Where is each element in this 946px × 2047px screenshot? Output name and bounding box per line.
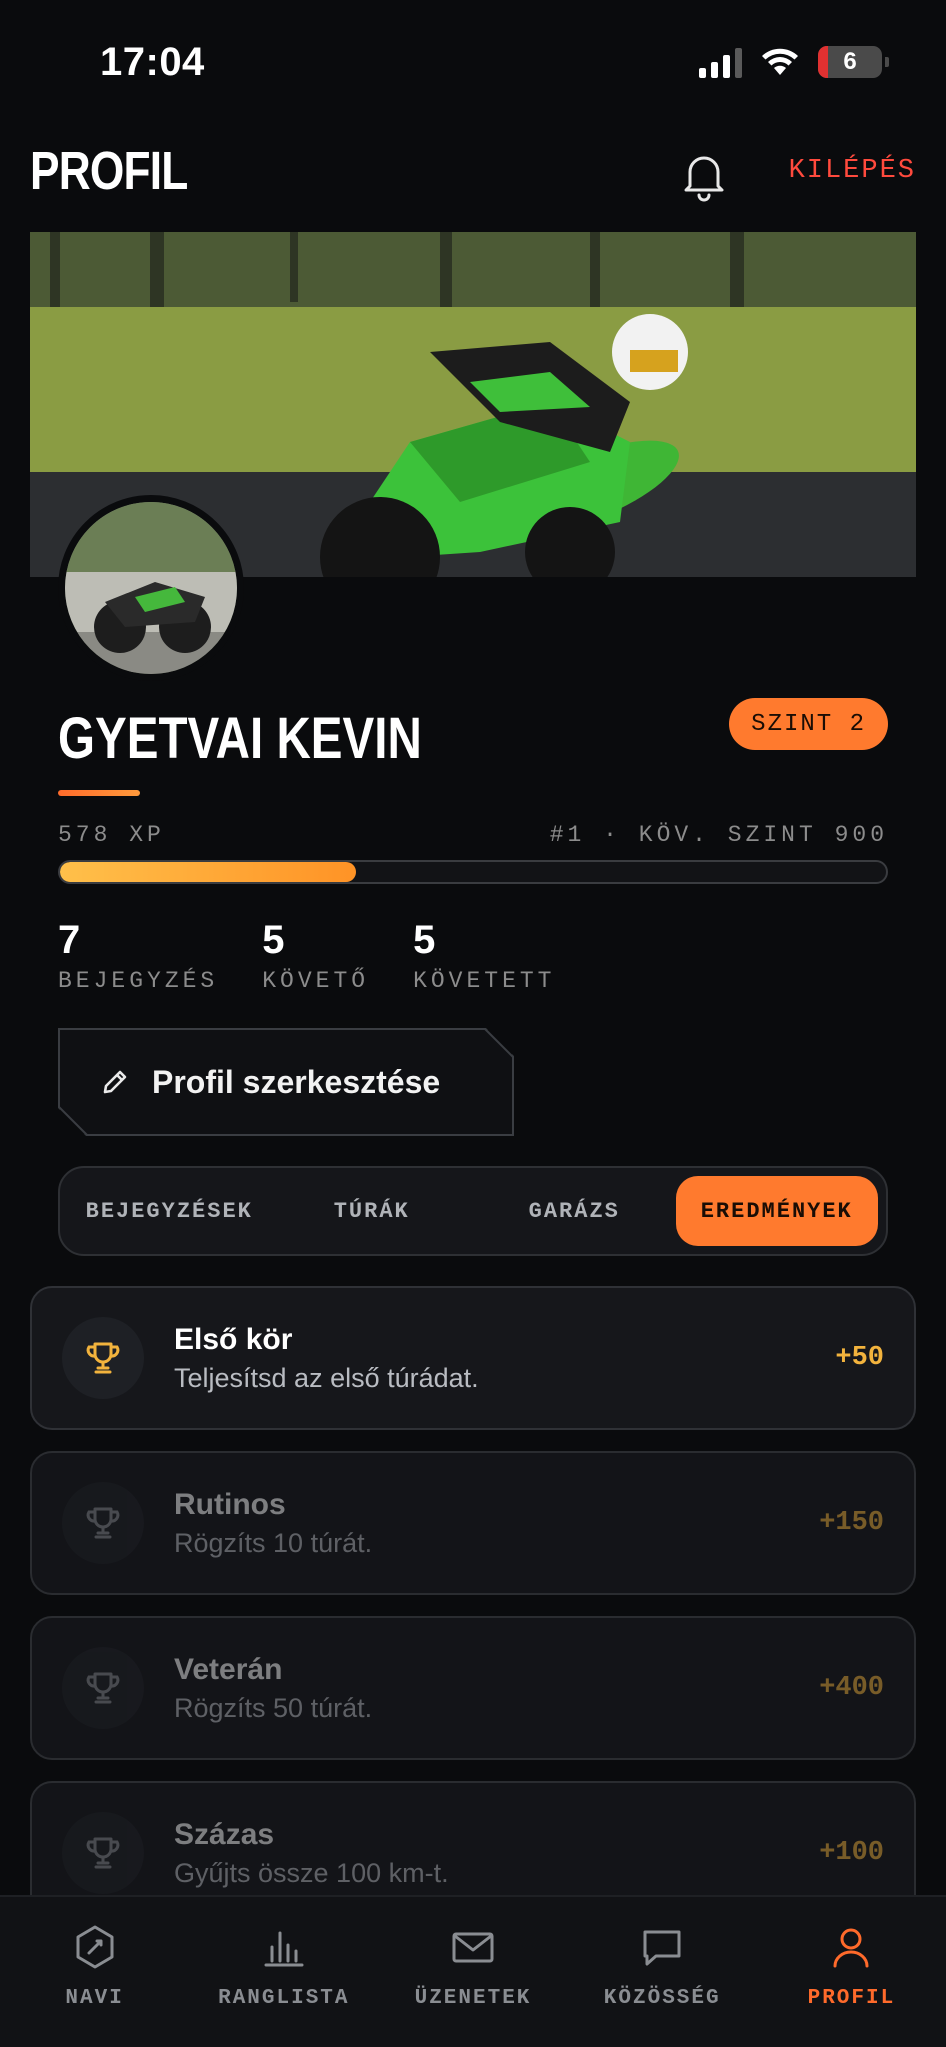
wifi-icon [762, 48, 798, 75]
chat-bubble-icon [643, 1930, 681, 1966]
level-badge: SZINT 2 [729, 698, 888, 750]
stat-value: 5 [413, 918, 436, 962]
achievement-points: +400 [819, 1673, 884, 1703]
nav-item-messages[interactable]: ÜZENETEK [378, 1897, 567, 2047]
rank-next-level: #1 · KÖV. SZINT 900 [549, 822, 888, 848]
page-title: PROFIL [30, 141, 188, 201]
nav-label: PROFIL [807, 1987, 896, 2010]
xp-progress-bar [58, 860, 888, 884]
achievement-icon-wrap [62, 1482, 144, 1564]
trophy-icon [86, 1342, 120, 1374]
nav-label: RANGLISTA [218, 1987, 350, 2010]
avatar-image [65, 502, 237, 674]
profile-stats: 7 BEJEGYZÉS 5 KÖVETŐ 5 KÖVETETT [58, 918, 599, 994]
nav-item-navi[interactable]: NAVI [0, 1897, 189, 2047]
xp-row: 578 XP #1 · KÖV. SZINT 900 [58, 822, 888, 848]
achievements-list: Első kör Teljesítsd az első túrádat. +50… [30, 1286, 916, 1946]
stat-label: KÖVETETT [413, 968, 556, 994]
achievement-icon-wrap [62, 1812, 144, 1894]
nav-label: KÖZÖSSÉG [603, 1987, 721, 2010]
nav-item-leaderboard[interactable]: RANGLISTA [189, 1897, 378, 2047]
stat-posts[interactable]: 7 BEJEGYZÉS [58, 918, 218, 994]
name-accent-line [58, 790, 140, 796]
achievement-desc: Rögzíts 10 túrát. [174, 1527, 373, 1558]
xp-progress-fill [60, 862, 356, 882]
nav-item-profile[interactable]: PROFIL [757, 1897, 946, 2047]
achievement-title: Első kör [174, 1322, 293, 1356]
tab-results[interactable]: EREDMÉNYEK [675, 1176, 878, 1246]
stat-label: KÖVETŐ [262, 968, 370, 994]
edit-profile-button[interactable]: Profil szerkesztése [58, 1028, 514, 1136]
stat-followers[interactable]: 5 KÖVETŐ [262, 918, 369, 994]
achievement-points: +50 [835, 1343, 884, 1373]
pencil-icon [103, 1070, 127, 1094]
achievement-icon-wrap [62, 1317, 144, 1399]
profile-tabs: BEJEGYZÉSEK TÚRÁK GARÁZS EREDMÉNYEK [58, 1166, 888, 1256]
nav-label: ÜZENETEK [414, 1987, 532, 2010]
achievement-points: +100 [819, 1838, 884, 1868]
achievement-card[interactable]: Rutinos Rögzíts 10 túrát. +150 [30, 1451, 916, 1595]
bottom-nav: NAVI RANGLISTA ÜZENETEK KÖZÖSSÉG PROFIL [0, 1895, 946, 2047]
status-icons: 6 [699, 46, 889, 78]
stat-following[interactable]: 5 KÖVETETT [413, 918, 555, 994]
avatar[interactable] [58, 495, 244, 681]
achievement-points: +150 [819, 1508, 884, 1538]
edit-profile-label: Profil szerkesztése [152, 1063, 441, 1100]
achievement-desc: Rögzíts 50 túrát. [174, 1692, 373, 1723]
achievement-desc: Teljesítsd az első túrádat. [174, 1362, 479, 1393]
achievement-icon-wrap [62, 1647, 144, 1729]
stat-value: 5 [262, 918, 285, 962]
battery-level: 6 [843, 48, 857, 75]
achievement-title: Rutinos [174, 1487, 286, 1521]
tab-posts[interactable]: BEJEGYZÉSEK [68, 1176, 271, 1246]
battery-indicator: 6 [818, 46, 889, 78]
stat-label: BEJEGYZÉS [58, 968, 219, 994]
achievement-desc: Gyűjts össze 100 km-t. [174, 1857, 449, 1888]
status-time: 17:04 [100, 40, 205, 84]
achievement-title: Veterán [174, 1652, 283, 1686]
achievement-title: Százas [174, 1817, 275, 1851]
profile-name: GYETVAI KEVIN [58, 706, 422, 771]
trophy-icon [86, 1507, 120, 1539]
user-icon [833, 1928, 869, 1968]
header: PROFIL KILÉPÉS [30, 140, 916, 210]
nav-label: NAVI [65, 1987, 124, 2010]
trophy-icon [86, 1672, 120, 1704]
status-bar: 17:04 6 [0, 0, 946, 120]
tab-garage[interactable]: GARÁZS [473, 1176, 676, 1246]
cellular-signal-icon [699, 46, 742, 78]
bell-icon[interactable] [682, 150, 726, 202]
compass-hex-icon [76, 1925, 114, 1969]
bar-chart-icon [264, 1931, 304, 1967]
trophy-icon [86, 1837, 120, 1869]
xp-label: 578 XP [58, 822, 165, 848]
tab-tours[interactable]: TÚRÁK [271, 1176, 474, 1246]
mail-icon [452, 1932, 494, 1963]
logout-button[interactable]: KILÉPÉS [789, 156, 916, 186]
achievement-card[interactable]: Veterán Rögzíts 50 túrát. +400 [30, 1616, 916, 1760]
nav-item-community[interactable]: KÖZÖSSÉG [568, 1897, 757, 2047]
achievement-card[interactable]: Első kör Teljesítsd az első túrádat. +50 [30, 1286, 916, 1430]
stat-value: 7 [58, 918, 81, 962]
